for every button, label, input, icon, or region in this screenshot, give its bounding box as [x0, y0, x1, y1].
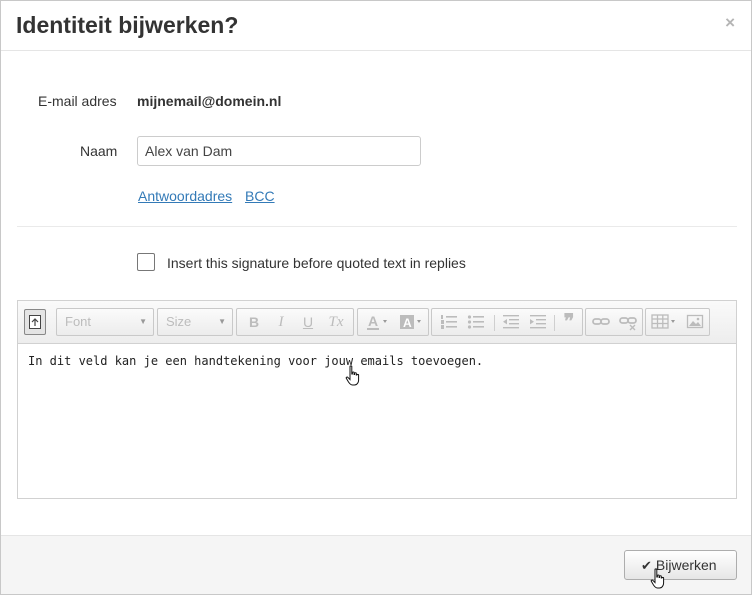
- email-value: mijnemail@domein.nl: [137, 93, 282, 109]
- size-select[interactable]: Size ▼: [157, 308, 233, 336]
- image-icon: [686, 314, 704, 329]
- text-color-button[interactable]: A: [361, 309, 393, 335]
- text-color-icon: A: [367, 313, 387, 330]
- unlink-button[interactable]: [615, 309, 641, 335]
- source-mode-button[interactable]: [24, 309, 46, 335]
- increase-indent-button[interactable]: [525, 309, 551, 335]
- table-button[interactable]: [648, 309, 680, 335]
- update-button[interactable]: ✔ Bijwerken: [624, 550, 737, 580]
- bulleted-list-icon: [467, 315, 484, 329]
- identity-dialog: Identiteit bijwerken? × E-mail adres mij…: [0, 0, 752, 595]
- dialog-title: Identiteit bijwerken?: [16, 12, 239, 38]
- blockquote-button[interactable]: ❞: [556, 309, 582, 335]
- name-label: Naam: [80, 143, 118, 159]
- signature-editor-content[interactable]: In dit veld kan je een handtekening voor…: [18, 345, 736, 498]
- link-icon: [592, 318, 610, 325]
- indent-icon: [530, 315, 546, 329]
- signature-editor: Font ▼ Size ▼ B I U Tx A A ❞ In dit veld…: [17, 300, 737, 499]
- colors-group: A A: [357, 308, 429, 336]
- bold-button[interactable]: B: [241, 309, 267, 335]
- name-field[interactable]: [137, 136, 421, 166]
- links-group: [585, 308, 643, 336]
- unlink-icon: [619, 317, 637, 331]
- email-label: E-mail adres: [38, 93, 117, 109]
- signature-position-label: Insert this signature before quoted text…: [167, 255, 466, 271]
- decrease-indent-button[interactable]: [498, 309, 524, 335]
- close-icon[interactable]: ×: [725, 13, 735, 33]
- italic-button[interactable]: I: [268, 309, 294, 335]
- editor-toolbar: Font ▼ Size ▼ B I U Tx A A ❞: [18, 301, 736, 344]
- background-color-button[interactable]: A: [395, 309, 427, 335]
- divider: [17, 226, 737, 227]
- numbered-list-button[interactable]: [436, 309, 462, 335]
- basic-styles-group: B I U Tx: [236, 308, 354, 336]
- hand-cursor-icon: [650, 568, 665, 589]
- image-button[interactable]: [682, 309, 708, 335]
- size-select-label: Size: [166, 314, 192, 329]
- dialog-header: Identiteit bijwerken? ×: [1, 1, 751, 51]
- insert-group: [645, 308, 710, 336]
- svg-text:A: A: [368, 313, 378, 329]
- paragraph-group: ❞: [431, 308, 583, 336]
- background-color-icon: A: [400, 315, 421, 330]
- font-select[interactable]: Font ▼: [56, 308, 154, 336]
- bcc-link[interactable]: BCC: [245, 188, 275, 204]
- link-button[interactable]: [588, 309, 614, 335]
- reply-to-link[interactable]: Antwoordadres: [138, 188, 232, 204]
- svg-text:A: A: [403, 316, 412, 330]
- chevron-down-icon: ▼: [218, 317, 226, 326]
- table-icon: [651, 314, 675, 329]
- signature-position-checkbox[interactable]: [137, 253, 155, 271]
- font-select-label: Font: [65, 314, 92, 329]
- chevron-down-icon: ▼: [139, 317, 147, 326]
- bulleted-list-button[interactable]: [463, 309, 489, 335]
- numbered-list-icon: [441, 315, 457, 329]
- remove-format-button[interactable]: Tx: [322, 309, 350, 335]
- underline-button[interactable]: U: [295, 309, 321, 335]
- toolbar-separator: [494, 315, 495, 331]
- outdent-icon: [503, 315, 519, 329]
- toolbar-separator: [554, 315, 555, 331]
- hand-cursor-icon: [345, 365, 360, 386]
- source-icon: [29, 315, 41, 329]
